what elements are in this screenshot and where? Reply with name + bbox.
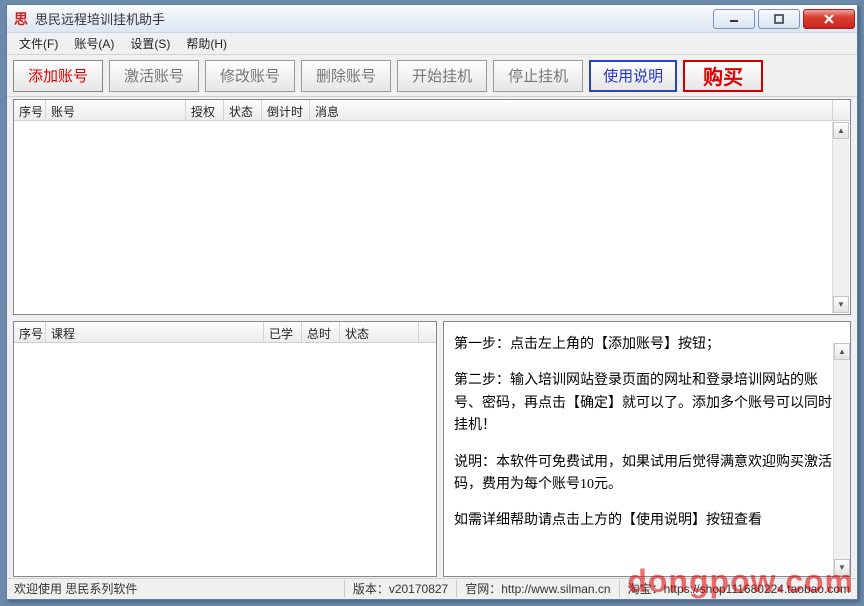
menu-help[interactable]: 帮助(H) xyxy=(178,33,235,54)
buy-button[interactable]: 购买 xyxy=(683,60,763,92)
toolbar: 添加账号 激活账号 修改账号 删除账号 开始挂机 停止挂机 使用说明 购买 xyxy=(7,55,857,97)
instructions-button[interactable]: 使用说明 xyxy=(589,60,677,92)
courses-header: 序号 课程 已学 总时 状态 xyxy=(14,322,436,343)
col2-course[interactable]: 课程 xyxy=(46,322,264,342)
col-status[interactable]: 状态 xyxy=(224,100,262,120)
status-site: 官网：http://www.silman.cn xyxy=(465,580,619,597)
stop-button[interactable]: 停止挂机 xyxy=(493,60,583,92)
modify-account-button[interactable]: 修改账号 xyxy=(205,60,295,92)
app-icon: 思 xyxy=(11,9,31,29)
col-message[interactable]: 消息 xyxy=(310,100,833,120)
accounts-header: 序号 账号 授权 状态 倒计时 消息 xyxy=(14,100,850,121)
col-auth[interactable]: 授权 xyxy=(186,100,224,120)
col2-status[interactable]: 状态 xyxy=(340,322,419,342)
scroll-up-icon[interactable]: ▲ xyxy=(834,343,850,360)
courses-table[interactable]: 序号 课程 已学 总时 状态 ▲ ▼ xyxy=(13,321,437,577)
status-welcome: 欢迎使用 思民系列软件 xyxy=(14,580,345,597)
menubar: 文件(F) 账号(A) 设置(S) 帮助(H) xyxy=(7,33,857,55)
help-step1: 第一步：点击左上角的【添加账号】按钮； xyxy=(454,334,840,356)
start-button[interactable]: 开始挂机 xyxy=(397,60,487,92)
menu-account[interactable]: 账号(A) xyxy=(66,33,122,54)
status-version: 版本：v20170827 xyxy=(353,580,457,597)
maximize-button[interactable] xyxy=(758,9,800,29)
help-note: 说明：本软件可免费试用，如果试用后觉得满意欢迎购买激活码，费用为每个账号10元。 xyxy=(454,452,840,497)
titlebar[interactable]: 思 思民远程培训挂机助手 xyxy=(7,5,857,33)
delete-account-button[interactable]: 删除账号 xyxy=(301,60,391,92)
menu-file[interactable]: 文件(F) xyxy=(11,33,66,54)
courses-scrollbar[interactable]: ▲ ▼ xyxy=(833,343,850,576)
col-seq[interactable]: 序号 xyxy=(14,100,46,120)
col-countdown[interactable]: 倒计时 xyxy=(262,100,310,120)
content-area: 序号 账号 授权 状态 倒计时 消息 ▲ ▼ 序号 课程 已学 总时 状态 xyxy=(13,99,851,577)
window-title: 思民远程培训挂机助手 xyxy=(35,9,710,28)
help-panel: 第一步：点击左上角的【添加账号】按钮； 第二步：输入培训网站登录页面的网址和登录… xyxy=(443,321,851,577)
status-shop: 淘宝：https://shop111680224.taobao.com xyxy=(628,580,850,597)
col2-learned[interactable]: 已学 xyxy=(264,322,302,342)
col2-seq[interactable]: 序号 xyxy=(14,322,46,342)
minimize-button[interactable] xyxy=(713,9,755,29)
scroll-down-icon[interactable]: ▼ xyxy=(833,296,849,313)
add-account-button[interactable]: 添加账号 xyxy=(13,60,103,92)
accounts-scrollbar[interactable]: ▲ ▼ xyxy=(832,122,849,313)
col-account[interactable]: 账号 xyxy=(46,100,186,120)
col2-total[interactable]: 总时 xyxy=(302,322,340,342)
help-more: 如需详细帮助请点击上方的【使用说明】按钮查看 xyxy=(454,510,840,532)
col2-spacer xyxy=(419,322,436,342)
app-window: 思 思民远程培训挂机助手 文件(F) 账号(A) 设置(S) 帮助(H) 添加账… xyxy=(6,4,858,600)
col-spacer xyxy=(833,100,850,120)
menu-settings[interactable]: 设置(S) xyxy=(122,33,178,54)
statusbar: 欢迎使用 思民系列软件 版本：v20170827 官网：http://www.s… xyxy=(8,578,856,598)
scroll-up-icon[interactable]: ▲ xyxy=(833,122,849,139)
help-step2: 第二步：输入培训网站登录页面的网址和登录培训网站的账号、密码，再点击【确定】就可… xyxy=(454,370,840,437)
activate-account-button[interactable]: 激活账号 xyxy=(109,60,199,92)
accounts-table[interactable]: 序号 账号 授权 状态 倒计时 消息 ▲ ▼ xyxy=(13,99,851,315)
scroll-down-icon[interactable]: ▼ xyxy=(834,559,850,576)
close-button[interactable] xyxy=(803,9,855,29)
